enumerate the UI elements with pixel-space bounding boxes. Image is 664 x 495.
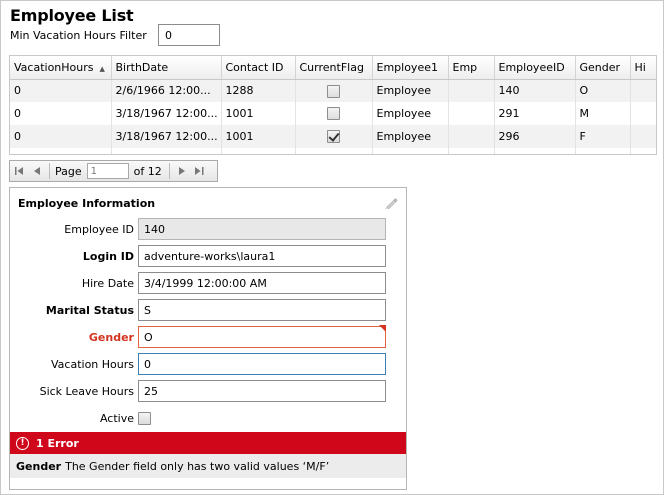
page-count-label: of 12 [133,164,162,178]
data-pager: Page of 12 [9,160,218,182]
cell-employee1: Employee [372,79,449,102]
column-header-employee1[interactable]: Employee1 [372,56,449,80]
active-label: Active [99,412,134,425]
current-flag-checkbox[interactable] [327,84,340,98]
cell-gender: O [575,79,631,102]
marital-status-label: Marital Status [45,304,134,317]
cell-employee-id: 140 [494,79,576,102]
cell-employee-id: 291 [494,102,576,125]
cell-emp [448,125,495,148]
error-message: The Gender field only has two valid valu… [65,459,330,473]
cell-hi [630,125,656,148]
sick-leave-hours-field[interactable] [138,380,386,402]
grid-filler-row [10,148,656,154]
cell-employee1: Employee [372,102,449,125]
cell-birth-date: 3/18/1967 12:00... [111,102,222,125]
window-frame: Employee List Min Vacation Hours Filter … [0,0,664,495]
filter-label: Min Vacation Hours Filter [10,29,147,42]
page-number-input[interactable] [86,163,129,179]
login-id-label: Login ID [82,250,134,263]
sort-ascending-icon: ▲ [99,64,105,73]
panel-title: Employee Information [18,197,156,210]
error-summary-header[interactable]: ! 1 Error [10,432,406,454]
error-summary-item[interactable]: Gender The Gender field only has two val… [10,454,406,478]
hire-date-label: Hire Date [81,277,134,290]
marital-status-field[interactable] [138,299,386,321]
pager-separator [168,163,170,179]
hire-date-field[interactable] [138,272,386,294]
column-header-emp[interactable]: Emp [448,56,495,80]
last-page-icon[interactable] [191,161,209,181]
pager-separator [49,163,50,179]
column-header-employee-id[interactable]: EmployeeID [494,56,576,80]
cell-employee-id: 296 [494,125,576,148]
min-vacation-hours-input[interactable] [158,24,220,46]
column-header-birth-date[interactable]: BirthDate [111,56,222,80]
cell-vacation-hours: 0 [10,125,112,148]
error-count: 1 Error [36,436,79,450]
page-title: Employee List [10,6,134,25]
cell-hi [630,79,656,102]
gender-label: Gender [88,331,134,344]
cell-vacation-hours: 0 [10,79,112,102]
cell-contact-id: 1001 [221,125,296,148]
column-header-contact-id[interactable]: Contact ID [221,56,296,80]
page-label: Page [55,164,82,178]
grid-header-row: VacationHours ▲ BirthDate Contact ID Curr… [10,56,656,80]
previous-page-icon[interactable] [28,161,46,181]
table-row[interactable]: 0 3/18/1967 12:00... 1001 Employee 291 M [10,102,656,125]
login-id-field[interactable] [138,245,386,267]
pencil-edit-icon[interactable] [384,196,398,210]
vacation-hours-field[interactable] [138,353,386,375]
cell-contact-id: 1288 [221,79,296,102]
active-checkbox[interactable] [138,412,151,425]
gender-field[interactable] [138,326,386,348]
cell-birth-date: 2/6/1966 12:00... [111,79,222,102]
cell-emp [448,102,495,125]
cell-employee1: Employee [372,125,449,148]
cell-contact-id: 1001 [221,102,296,125]
vacation-hours-label: Vacation Hours [51,358,134,371]
table-row[interactable]: 0 3/18/1967 12:00... 1001 Employee 296 F [10,125,656,148]
cell-emp [448,79,495,102]
cell-gender: F [575,125,631,148]
employee-id-label: Employee ID [64,223,134,236]
column-header-vacation-hours[interactable]: VacationHours ▲ [10,56,112,80]
current-flag-checkbox[interactable] [327,130,340,144]
cell-birth-date: 3/18/1967 12:00... [111,125,222,148]
error-icon: ! [16,436,29,450]
column-header-current-flag[interactable]: CurrentFlag [295,56,373,80]
error-field-name: Gender [16,459,62,473]
employee-information-panel: Employee Information Employee ID Login I… [9,187,407,490]
column-header-gender[interactable]: Gender [575,56,631,80]
employee-grid: VacationHours ▲ BirthDate Contact ID Curr… [9,55,657,155]
first-page-icon[interactable] [10,161,28,181]
validation-error-marker[interactable] [379,325,386,332]
employee-id-field [138,218,386,240]
next-page-icon[interactable] [173,161,191,181]
current-flag-checkbox[interactable] [327,107,340,121]
cell-hi [630,102,656,125]
cell-gender: M [575,102,631,125]
cell-vacation-hours: 0 [10,102,112,125]
table-row[interactable]: 0 2/6/1966 12:00... 1288 Employee 140 O [10,79,656,102]
sick-leave-hours-label: Sick Leave Hours [39,385,134,398]
column-header-hi[interactable]: Hi [630,56,656,80]
